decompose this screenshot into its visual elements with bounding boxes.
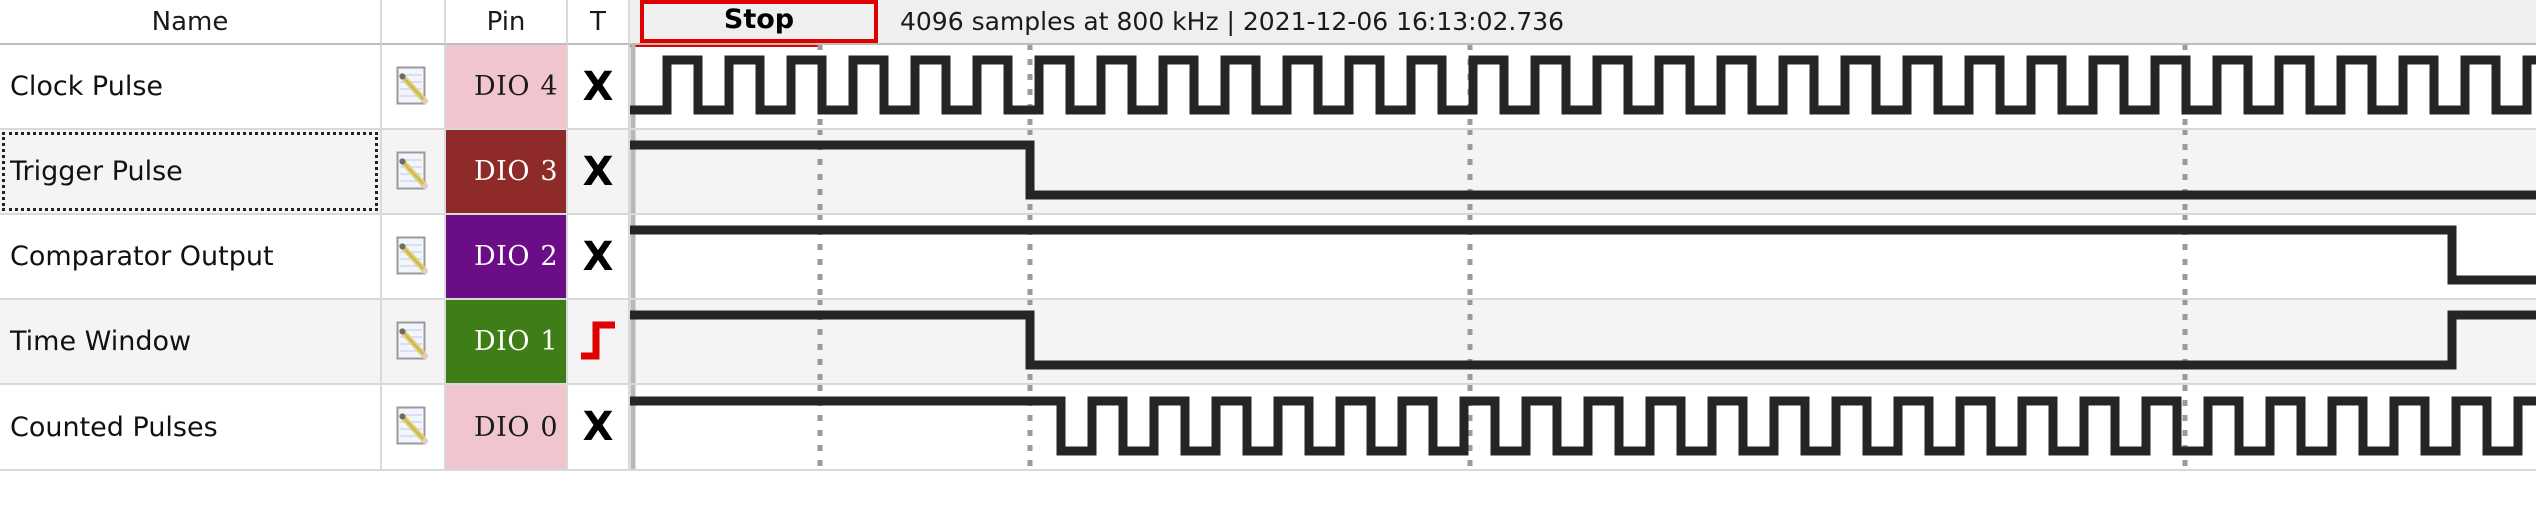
waveform-trace xyxy=(630,55,2536,115)
channel-pin-cell[interactable]: DIO 2 xyxy=(446,215,568,300)
channel-trigger-cell[interactable]: X xyxy=(568,130,630,215)
edit-pencil-icon[interactable] xyxy=(396,66,430,108)
any-edge-trigger-icon[interactable]: X xyxy=(583,237,614,277)
channel-name-cell[interactable]: Clock Pulse xyxy=(0,45,382,130)
waveform-row-time-window[interactable] xyxy=(630,300,2536,385)
any-edge-trigger-icon[interactable]: X xyxy=(583,152,614,192)
column-header-name-label: Name xyxy=(151,6,229,37)
channel-trigger-cell[interactable]: X xyxy=(568,215,630,300)
any-edge-trigger-icon[interactable]: X xyxy=(583,407,614,447)
channel-pin-cell[interactable]: DIO 3 xyxy=(446,130,568,215)
pin-number: 0 xyxy=(540,411,558,443)
waveform-trace xyxy=(630,396,2536,455)
pin-label: DIO xyxy=(474,326,530,357)
rising-edge-trigger-icon[interactable] xyxy=(578,318,618,366)
pin-badge: DIO 1 xyxy=(446,300,566,383)
pin-number: 2 xyxy=(540,241,558,272)
waveform-row-clock-pulse[interactable] xyxy=(630,45,2536,130)
pin-number: 4 xyxy=(540,71,558,102)
waveform-row-counted-pulses[interactable] xyxy=(630,385,2536,471)
channel-name-label: Comparator Output xyxy=(10,241,274,272)
waveform-trace xyxy=(630,140,2536,200)
logic-analyzer-window: Name Pin T Stop 4096 samples at 800 kHz … xyxy=(0,0,2536,521)
channel-pin-cell[interactable]: DIO 1 xyxy=(446,300,568,385)
any-edge-trigger-icon[interactable]: X xyxy=(583,67,614,107)
pin-badge: DIO 3 xyxy=(446,130,566,213)
channel-edit-cell[interactable] xyxy=(382,215,446,300)
column-header-trigger-label: T xyxy=(590,6,606,37)
channel-edit-cell[interactable] xyxy=(382,45,446,130)
edit-pencil-icon[interactable] xyxy=(396,321,430,363)
waveform-row-comparator-output[interactable] xyxy=(630,215,2536,300)
pin-label: DIO xyxy=(474,411,530,443)
channel-name-cell[interactable]: Trigger Pulse xyxy=(0,130,382,215)
waveform-row-trigger-pulse[interactable] xyxy=(630,130,2536,215)
channel-name-label: Trigger Pulse xyxy=(10,156,183,187)
channel-edit-cell[interactable] xyxy=(382,385,446,471)
stop-button[interactable]: Stop xyxy=(640,0,878,43)
edit-pencil-icon[interactable] xyxy=(396,151,430,193)
channel-name-label: Clock Pulse xyxy=(10,71,164,102)
channel-edit-cell[interactable] xyxy=(382,300,446,385)
pin-number: 1 xyxy=(540,326,558,357)
column-header-pin-label: Pin xyxy=(486,6,526,37)
channel-table: Name Pin T Stop 4096 samples at 800 kHz … xyxy=(0,0,2536,521)
pin-badge: DIO 0 xyxy=(446,385,566,469)
edit-pencil-icon[interactable] xyxy=(396,406,430,448)
column-header-pin[interactable]: Pin xyxy=(446,0,568,45)
channel-name-cell[interactable]: Counted Pulses xyxy=(0,385,382,471)
channel-name-cell[interactable]: Comparator Output xyxy=(0,215,382,300)
pin-label: DIO xyxy=(474,241,530,272)
pin-badge: DIO 4 xyxy=(446,45,566,128)
channel-pin-cell[interactable]: DIO 4 xyxy=(446,45,568,130)
waveform-trace xyxy=(630,310,2536,370)
waveform-trace xyxy=(630,225,2536,285)
channel-name-cell[interactable]: Time Window xyxy=(0,300,382,385)
capture-status-text: 4096 samples at 800 kHz | 2021-12-06 16:… xyxy=(900,7,1565,36)
toolbar: Stop 4096 samples at 800 kHz | 2021-12-0… xyxy=(630,0,2536,45)
edit-pencil-icon[interactable] xyxy=(396,236,430,278)
pin-label: DIO xyxy=(474,71,530,102)
column-header-edit[interactable] xyxy=(382,0,446,45)
channel-name-label: Time Window xyxy=(10,326,192,357)
channel-trigger-cell[interactable]: X xyxy=(568,45,630,130)
channel-trigger-cell[interactable]: X xyxy=(568,385,630,471)
channel-trigger-cell[interactable] xyxy=(568,300,630,385)
trigger-position-bar xyxy=(630,45,820,47)
column-header-trigger[interactable]: T xyxy=(568,0,630,45)
pin-label: DIO xyxy=(474,156,530,187)
column-header-name[interactable]: Name xyxy=(0,0,382,45)
pin-number: 3 xyxy=(540,156,558,187)
channel-name-label: Counted Pulses xyxy=(10,411,218,443)
channel-edit-cell[interactable] xyxy=(382,130,446,215)
channel-pin-cell[interactable]: DIO 0 xyxy=(446,385,568,471)
pin-badge: DIO 2 xyxy=(446,215,566,298)
